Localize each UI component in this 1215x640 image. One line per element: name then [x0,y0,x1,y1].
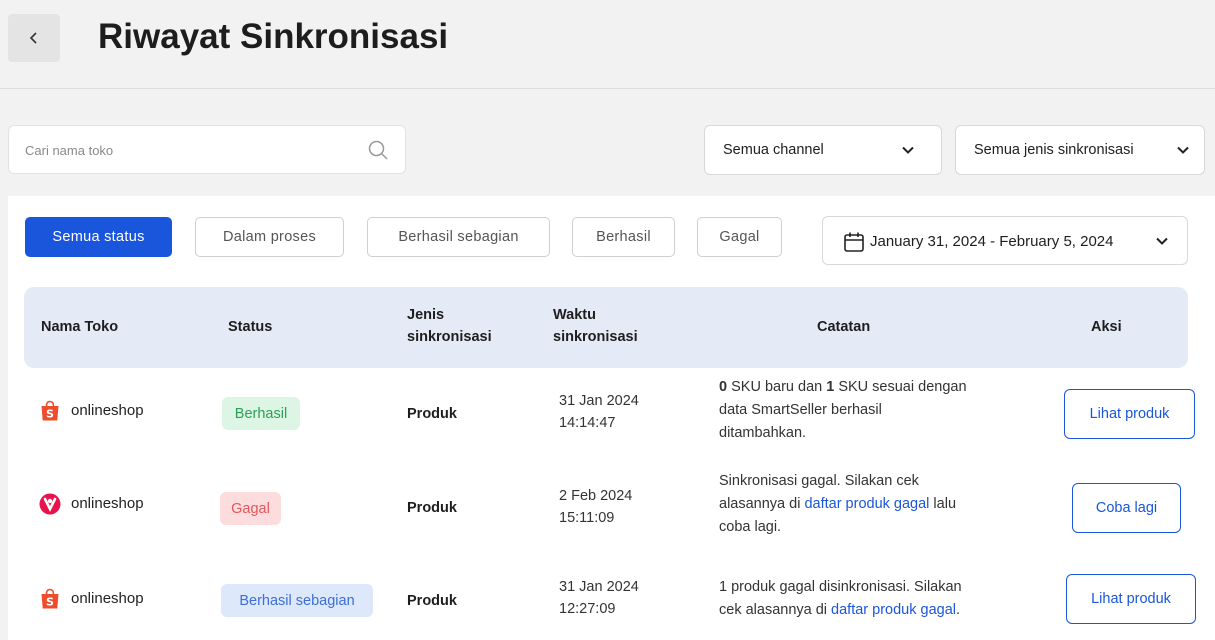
note-text: Sinkronisasi gagal. Silakan cek alasanny… [719,470,1039,539]
note-line: ditambahkan. [719,425,807,441]
search-box [8,125,406,175]
sync-time: 31 Jan 2024 14:14:47 [559,390,639,434]
header-action: Aksi [1091,319,1122,335]
note-line: 1 produk gagal disinkronisasi. Silakan [719,579,962,595]
back-button[interactable] [8,14,60,62]
status-tab-dalam-proses[interactable]: Dalam proses [195,217,344,257]
status-tab-gagal[interactable]: Gagal [697,217,782,257]
header-sync-time: Waktu sinkronisasi [553,304,638,348]
date-range-value: January 31, 2024 - February 5, 2024 [870,233,1114,250]
sync-date: 31 Jan 2024 [559,393,639,409]
failed-products-link[interactable]: daftar produk gagal [804,496,929,512]
table-row-shop: onlineshop [39,493,144,515]
shopee-logo-icon: S [41,400,59,421]
sync-type-select-value: Semua jenis sinkronisasi [974,142,1134,158]
note-part: lalu [929,496,957,512]
date-range-picker[interactable]: January 31, 2024 - February 5, 2024 [822,216,1188,265]
chevron-down-icon [1177,146,1189,154]
shop-name: onlineshop [71,402,144,419]
chevron-left-icon [29,32,37,44]
header-note: Catatan [817,319,871,335]
table-row-shop: S onlineshop [39,588,144,610]
sync-type: Produk [407,406,457,422]
note-line: Sinkronisasi gagal. Silakan cek [719,473,919,489]
header-sync-time-line2: sinkronisasi [553,329,638,345]
view-products-button[interactable]: Lihat produk [1064,389,1195,439]
sync-date: 31 Jan 2024 [559,579,639,595]
status-badge: Berhasil sebagian [221,584,373,617]
chevron-down-icon [902,146,914,154]
shopee-logo-icon: S [41,588,59,609]
sync-type-select[interactable]: Semua jenis sinkronisasi [955,125,1205,175]
svg-text:S: S [46,596,54,609]
note-line: coba lagi. [719,519,782,535]
header-shop: Nama Toko [41,319,119,335]
search-input[interactable] [9,126,367,175]
header-status: Status [228,319,273,335]
sync-clock: 12:27:09 [559,601,616,617]
note-text: 1 produk gagal disinkronisasi. Silakan c… [719,576,1039,622]
note-part: . [956,602,961,618]
sync-type: Produk [407,593,457,609]
svg-text:S: S [46,408,54,421]
sync-clock: 14:14:47 [559,415,616,431]
calendar-icon [844,232,864,252]
page-title: Riwayat Sinkronisasi [98,17,449,56]
page-header: Riwayat Sinkronisasi [0,0,1215,89]
shop-name: onlineshop [71,590,144,607]
sync-time: 2 Feb 2024 15:11:09 [559,485,632,529]
sync-time: 31 Jan 2024 12:27:09 [559,576,639,620]
chevron-down-icon [1156,237,1168,245]
header-sync-type: Jenis sinkronisasi [407,304,492,348]
note-line: data SmartSeller berhasil [719,402,882,418]
status-badge: Berhasil [222,397,300,430]
note-part: alasannya di [719,496,805,512]
lazada-logo-icon [39,493,61,515]
note-part: SKU sesuai dengan [834,379,967,395]
failed-products-link[interactable]: daftar produk gagal [831,602,956,618]
retry-button[interactable]: Coba lagi [1072,483,1181,533]
note-part: cek alasannya di [719,602,832,618]
table-row-shop: S onlineshop [39,400,144,422]
header-sync-type-line2: sinkronisasi [407,329,492,345]
table-header: Nama Toko Status Jenis sinkronisasi Wakt… [24,287,1188,368]
status-tab-berhasil-sebagian[interactable]: Berhasil sebagian [367,217,550,257]
note-part: SKU baru dan [727,379,827,395]
view-products-button[interactable]: Lihat produk [1066,574,1196,624]
channel-select-value: Semua channel [723,142,824,158]
shop-name: onlineshop [71,495,144,512]
header-sync-time-line1: Waktu [553,307,596,323]
search-icon[interactable] [367,139,389,161]
status-badge: Gagal [220,492,281,525]
header-sync-type-line1: Jenis [407,307,445,323]
status-tab-berhasil[interactable]: Berhasil [572,217,675,257]
note-count: 0 [719,379,728,395]
note-text: 0 SKU baru dan 1 SKU sesuai dengan data … [719,376,1039,445]
channel-select[interactable]: Semua channel [704,125,942,175]
status-tab-semua[interactable]: Semua status [25,217,172,257]
sync-clock: 15:11:09 [559,510,615,526]
sync-date: 2 Feb 2024 [559,488,633,504]
sync-type: Produk [407,500,457,516]
